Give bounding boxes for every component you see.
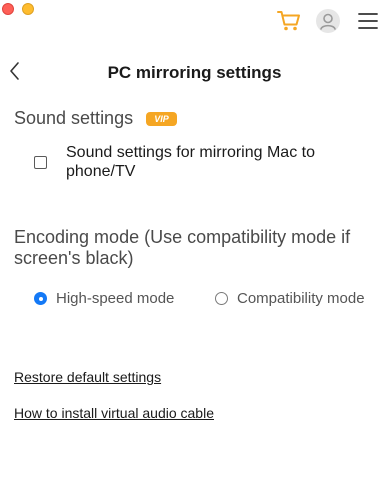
- vip-badge: VIP: [146, 112, 177, 126]
- high-speed-mode-radio[interactable]: [34, 292, 47, 305]
- compatibility-mode-radio[interactable]: [215, 292, 228, 305]
- user-avatar-icon[interactable]: [316, 9, 340, 33]
- encoding-mode-heading: Encoding mode (Use compatibility mode if…: [14, 227, 351, 268]
- sound-mirroring-label[interactable]: Sound settings for mirroring Mac to phon…: [66, 143, 356, 181]
- compatibility-mode-label[interactable]: Compatibility mode: [237, 290, 365, 307]
- restore-defaults-link[interactable]: Restore default settings: [14, 369, 161, 386]
- page-title: PC mirroring settings: [107, 63, 282, 82]
- hamburger-menu-icon[interactable]: [358, 12, 378, 30]
- install-audio-cable-link[interactable]: How to install virtual audio cable: [14, 405, 214, 422]
- window-minimize-button[interactable]: [22, 3, 34, 15]
- sound-settings-heading: Sound settings: [14, 108, 134, 128]
- cart-icon[interactable]: [277, 10, 301, 32]
- sound-mirroring-checkbox[interactable]: [34, 156, 47, 169]
- window-close-button[interactable]: [2, 3, 14, 15]
- high-speed-mode-label[interactable]: High-speed mode: [56, 290, 174, 307]
